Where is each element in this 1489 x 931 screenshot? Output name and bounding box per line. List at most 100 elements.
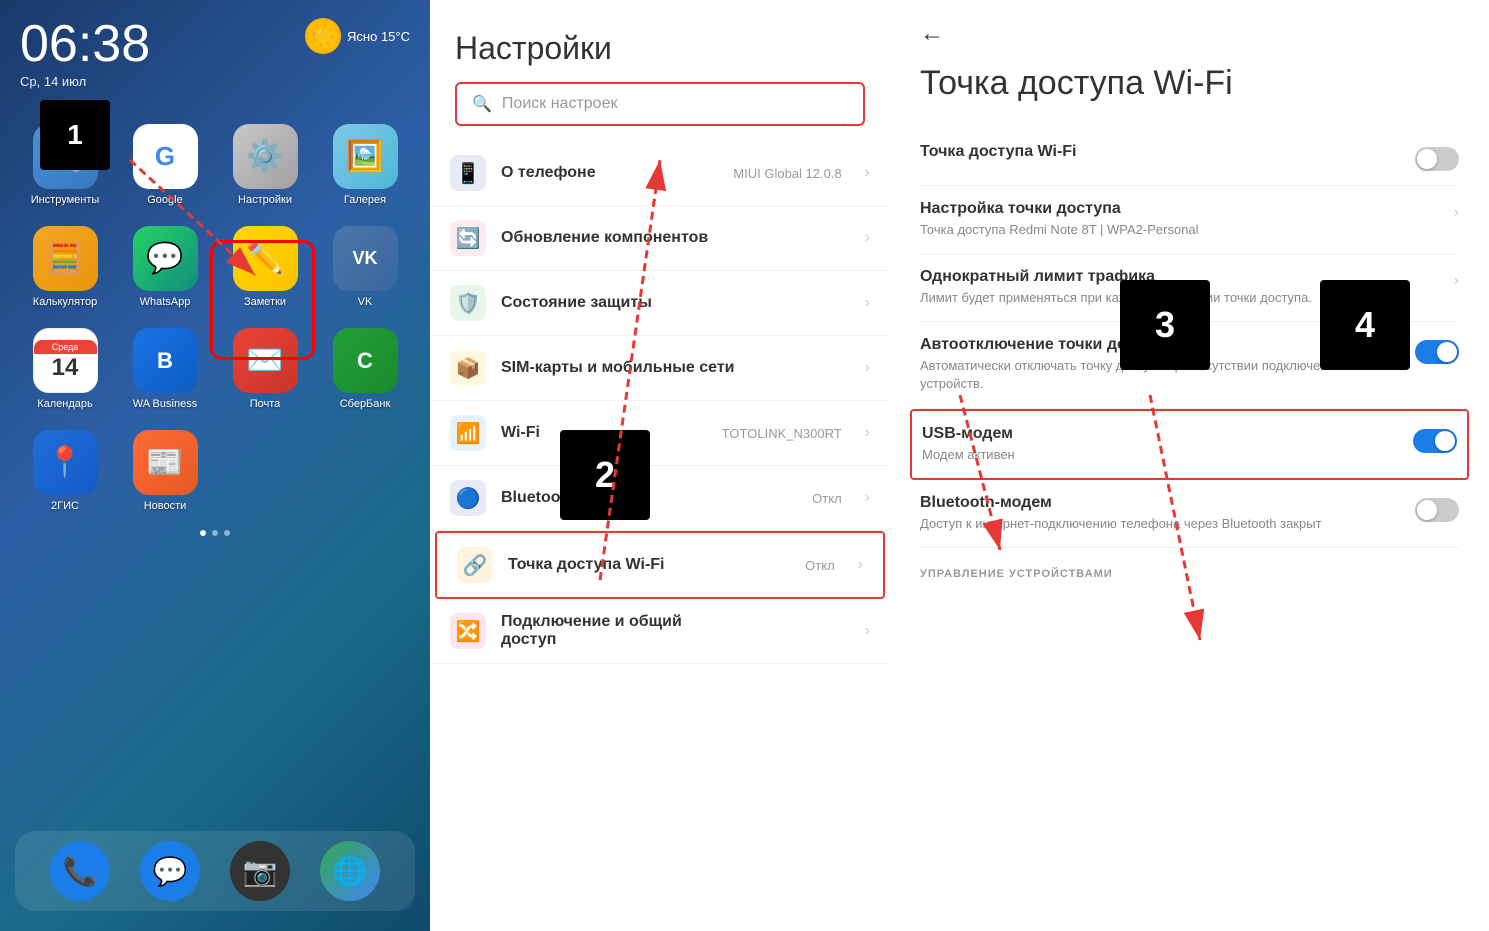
app-whatsapp[interactable]: 💬 WhatsApp <box>120 226 210 308</box>
weather-icon: ☀️ <box>305 18 341 54</box>
hotspot-chevron: › <box>858 556 863 574</box>
app-wa-business[interactable]: B WA Business <box>120 328 210 410</box>
app-settings[interactable]: ⚙️ Настройки <box>220 124 310 206</box>
app-empty1 <box>220 430 310 512</box>
sber-icon: С <box>333 328 398 393</box>
settings-item-wifi[interactable]: 📶 Wi-Fi TOTOLINK_N300RT › <box>430 401 890 466</box>
toggle-knob-hotspot <box>1417 149 1437 169</box>
connection-text: Подключение и общий доступ <box>501 613 850 649</box>
toggle-knob-usb <box>1435 431 1455 451</box>
dock-phone[interactable]: 📞 <box>50 841 110 901</box>
dock-messages[interactable]: 💬 <box>140 841 200 901</box>
app-2gis-label: 2ГИС <box>51 500 79 512</box>
settings-item-hotspot[interactable]: 🔗 Точка доступа Wi-Fi Откл › <box>435 531 885 599</box>
security-main: Состояние защиты <box>501 294 850 312</box>
about-main: О телефоне <box>501 164 718 182</box>
settings-item-bluetooth[interactable]: 🔵 Bluetooth Откл › <box>430 466 890 531</box>
app-2gis[interactable]: 📍 2ГИС <box>20 430 110 512</box>
weather-text: Ясно 15°C <box>347 29 410 44</box>
security-text: Состояние защиты <box>501 294 850 312</box>
connection-chevron: › <box>865 622 870 640</box>
settings-icon: ⚙️ <box>233 124 298 189</box>
wifi-hotspot-toggle-text: Точка доступа Wi-Fi <box>920 143 1400 164</box>
about-value: MIUI Global 12.0.8 <box>733 166 841 181</box>
dot-1 <box>200 530 206 536</box>
app-empty2 <box>320 430 410 512</box>
wifi-hotspot-config-desc: Точка доступа Redmi Note 8T | WPA2-Perso… <box>920 221 1439 239</box>
settings-item-about[interactable]: 📱 О телефоне MIUI Global 12.0.8 › <box>430 141 890 206</box>
bluetooth-value: Откл <box>812 491 842 506</box>
wifi-hotspot-config-item[interactable]: Настройка точки доступа Точка доступа Re… <box>920 186 1459 254</box>
app-google[interactable]: G Google <box>120 124 210 206</box>
app-instruments-label: Инструменты <box>31 194 100 206</box>
settings-item-security[interactable]: 🛡️ Состояние защиты › <box>430 271 890 336</box>
update-text: Обновление компонентов <box>501 229 850 247</box>
settings-item-sim[interactable]: 📦 SIM-карты и мобильные сети › <box>430 336 890 401</box>
settings-header: Настройки 🔍 Поиск настроек <box>430 0 890 141</box>
app-settings-label: Настройки <box>238 194 292 206</box>
status-bar: 06:38 Ср, 14 июл ☀️ Ясно 15°C <box>0 0 430 94</box>
sim-chevron: › <box>865 359 870 377</box>
dock-chrome[interactable]: 🌐 <box>320 841 380 901</box>
wifi-bt-modem-item: Bluetooth-модем Доступ к интернет-подклю… <box>920 480 1459 548</box>
step1-badge: 1 <box>40 100 110 170</box>
panel-settings: Настройки 🔍 Поиск настроек 📱 О телефоне … <box>430 0 890 931</box>
dot-2 <box>212 530 218 536</box>
clock: 06:38 <box>20 18 150 70</box>
about-icon: 📱 <box>450 155 486 191</box>
wifi-usb-modem-title: USB-модем <box>922 425 1398 443</box>
app-gallery[interactable]: 🖼️ Галерея <box>320 124 410 206</box>
wifi-value: TOTOLINK_N300RT <box>722 426 842 441</box>
security-chevron: › <box>865 294 870 312</box>
wifi-hotspot-toggle[interactable] <box>1415 147 1459 171</box>
connection-main: Подключение и общий <box>501 613 850 631</box>
wa-business-icon: B <box>133 328 198 393</box>
hotspot-value: Откл <box>805 558 835 573</box>
update-icon: 🔄 <box>450 220 486 256</box>
date: Ср, 14 июл <box>20 74 150 89</box>
dock: 📞 💬 📷 🌐 <box>15 831 415 911</box>
security-icon: 🛡️ <box>450 285 486 321</box>
wifi-hotspot-toggle-title: Точка доступа Wi-Fi <box>920 143 1400 161</box>
step4-badge: 4 <box>1320 280 1410 370</box>
app-wa-business-label: WA Business <box>133 398 197 410</box>
update-chevron: › <box>865 229 870 247</box>
dock-camera[interactable]: 📷 <box>230 841 290 901</box>
section-manage-devices: УПРАВЛЕНИЕ УСТРОЙСТВАМИ <box>920 548 1459 588</box>
app-vk[interactable]: VK VK <box>320 226 410 308</box>
back-button[interactable]: ← <box>920 20 1459 48</box>
settings-item-update[interactable]: 🔄 Обновление компонентов › <box>430 206 890 271</box>
settings-highlight <box>210 240 315 360</box>
app-calendar-label: Календарь <box>37 398 93 410</box>
app-news[interactable]: 📰 Новости <box>120 430 210 512</box>
vk-icon: VK <box>333 226 398 291</box>
gallery-icon: 🖼️ <box>333 124 398 189</box>
app-whatsapp-label: WhatsApp <box>140 296 191 308</box>
wifi-bt-modem-toggle[interactable] <box>1415 498 1459 522</box>
wifi-auto-off-toggle[interactable] <box>1415 340 1459 364</box>
gis2-icon: 📍 <box>33 430 98 495</box>
search-icon: 🔍 <box>472 94 492 114</box>
app-calculator[interactable]: 🧮 Калькулятор <box>20 226 110 308</box>
config-arrow: › <box>1454 204 1459 222</box>
app-calendar[interactable]: Среда 14 Календарь <box>20 328 110 410</box>
wifi-usb-modem-text: USB-модем Модем активен <box>922 425 1398 464</box>
app-sber[interactable]: С СберБанк <box>320 328 410 410</box>
whatsapp-icon: 💬 <box>133 226 198 291</box>
wifi-usb-modem-toggle[interactable] <box>1413 429 1457 453</box>
settings-list: 📱 О телефоне MIUI Global 12.0.8 › 🔄 Обно… <box>430 141 890 931</box>
search-box[interactable]: 🔍 Поиск настроек <box>455 82 865 126</box>
weather-widget: ☀️ Ясно 15°C <box>305 18 410 54</box>
wifi-chevron: › <box>865 424 870 442</box>
wifi-hotspot-config-text: Настройка точки доступа Точка доступа Re… <box>920 200 1439 239</box>
wifi-bt-modem-desc: Доступ к интернет-подключению телефона ч… <box>920 515 1400 533</box>
app-mail-label: Почта <box>250 398 281 410</box>
panel-wifi-hotspot: ← Точка доступа Wi-Fi Точка доступа Wi-F… <box>890 0 1489 931</box>
hotspot-icon: 🔗 <box>457 547 493 583</box>
calculator-icon: 🧮 <box>33 226 98 291</box>
step3-badge: 3 <box>1120 280 1210 370</box>
settings-item-connection[interactable]: 🔀 Подключение и общий доступ › <box>430 599 890 664</box>
app-google-label: Google <box>147 194 182 206</box>
hotspot-main: Точка доступа Wi-Fi <box>508 556 790 574</box>
app-calculator-label: Калькулятор <box>33 296 97 308</box>
